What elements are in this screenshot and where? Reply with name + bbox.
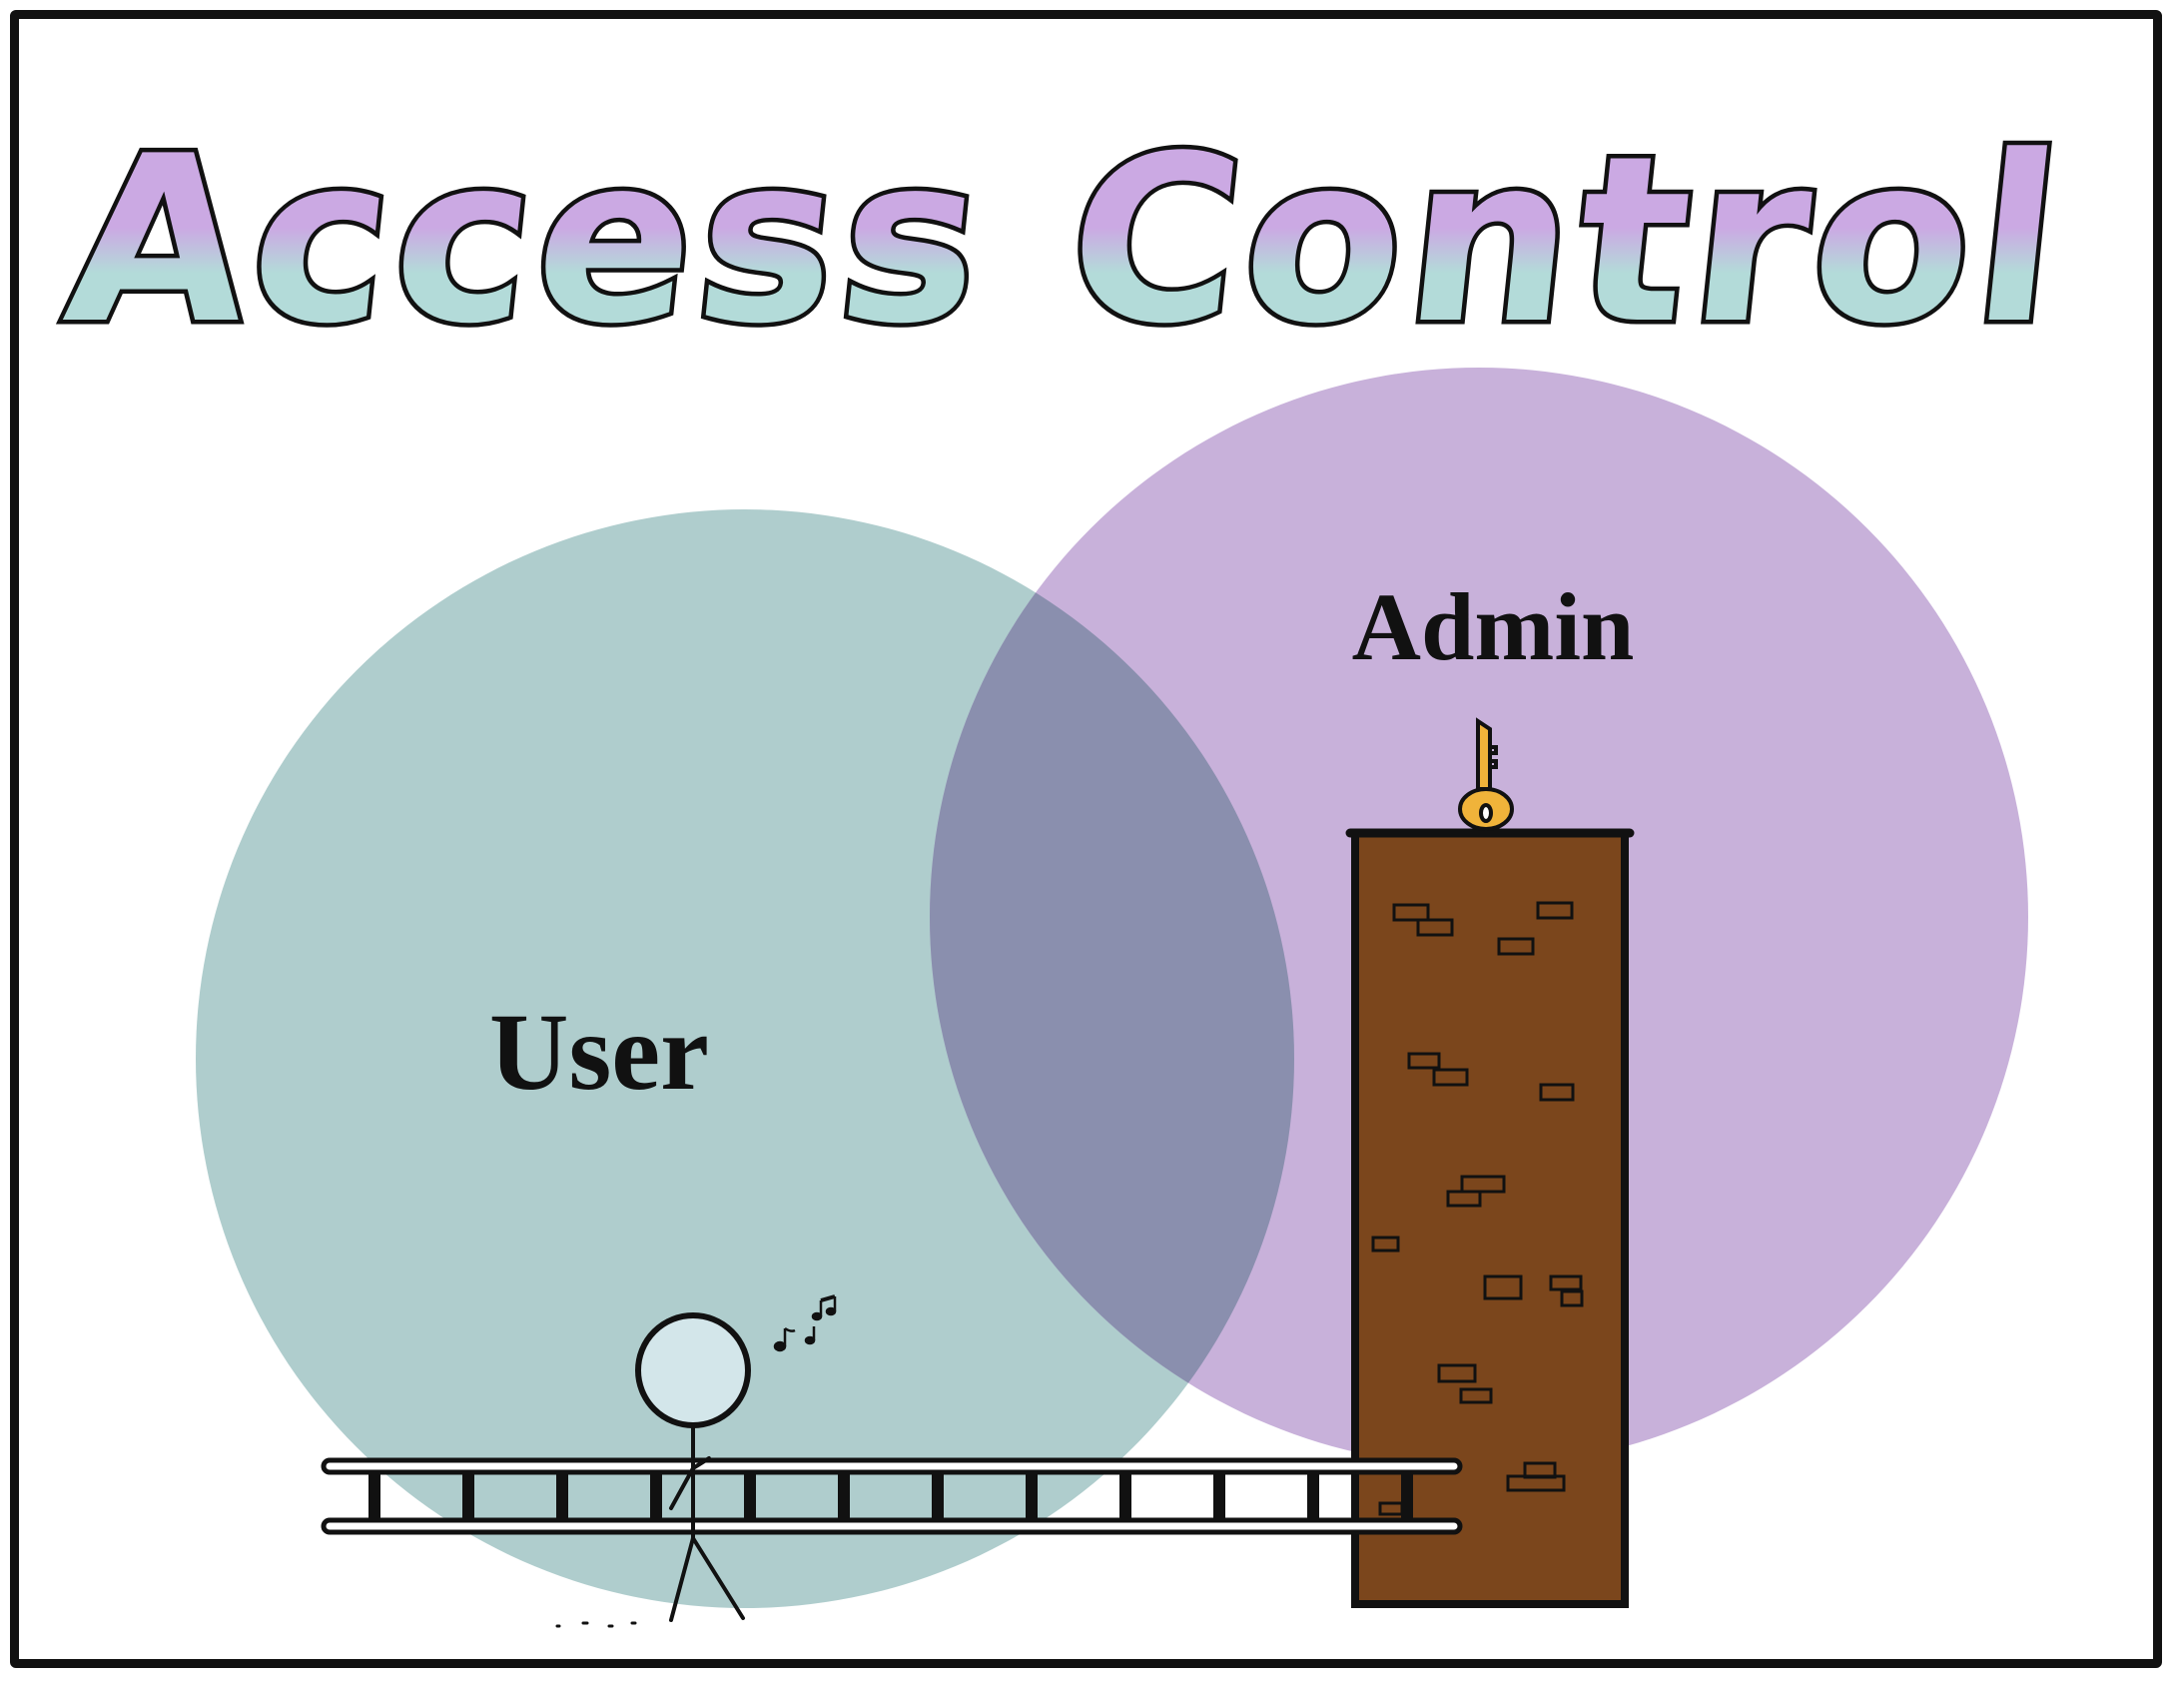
brick-tower-icon: [1345, 828, 1635, 1608]
admin-label: Admin: [1352, 573, 1635, 680]
access-control-diagram: Access Control User Admin: [51, 103, 2081, 1628]
venn-diagram: [196, 368, 2028, 1608]
title: Access Control: [51, 103, 2080, 379]
user-label: User: [489, 991, 709, 1113]
title-text: Access Control: [56, 108, 2076, 375]
ground-dots: [555, 1621, 637, 1628]
